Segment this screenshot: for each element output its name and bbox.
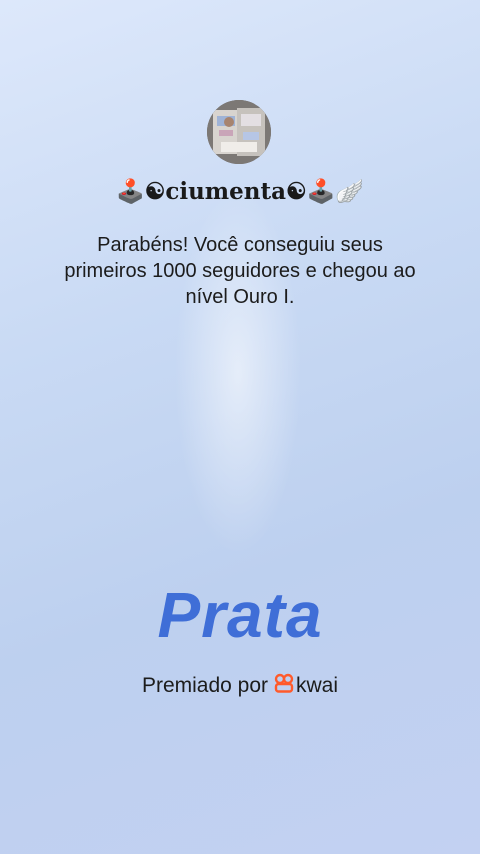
username: 🕹️☯ciumenta☯🕹️🪽 bbox=[116, 178, 364, 205]
achievement-message: Parabéns! Você conseguiu seus primeiros … bbox=[64, 234, 416, 308]
level-title: Prata bbox=[157, 579, 323, 651]
kwai-brand: kwai bbox=[274, 673, 338, 699]
awarded-by-row: Premiado por kwai bbox=[0, 673, 480, 699]
avatar[interactable] bbox=[207, 100, 271, 164]
kwai-logo-icon bbox=[274, 673, 294, 699]
awarded-by-label: Premiado por bbox=[141, 674, 269, 697]
kwai-brand-name: kwai bbox=[296, 674, 339, 697]
